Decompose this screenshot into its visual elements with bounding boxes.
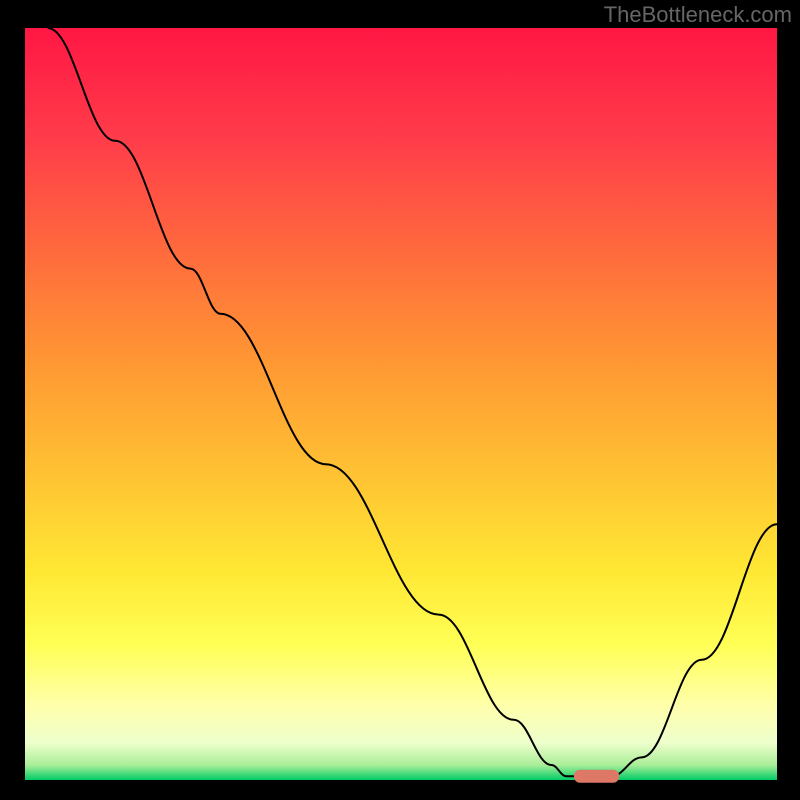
plot-area	[25, 28, 777, 780]
chart-svg	[0, 0, 800, 800]
watermark-text: TheBottleneck.com	[604, 2, 792, 28]
optimal-marker	[574, 770, 619, 783]
chart-container: TheBottleneck.com	[0, 0, 800, 800]
